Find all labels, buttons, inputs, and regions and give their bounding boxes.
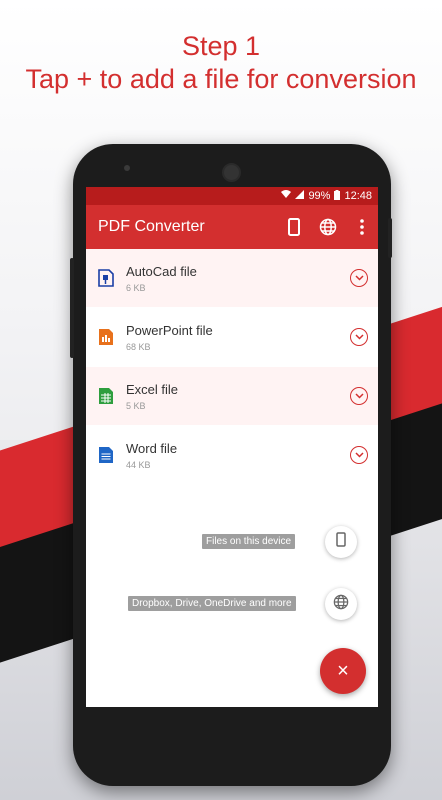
globe-icon[interactable] bbox=[314, 213, 342, 241]
chevron-down-icon[interactable] bbox=[350, 446, 368, 464]
phone-icon bbox=[336, 532, 346, 552]
excel-file-icon bbox=[98, 387, 114, 405]
chevron-down-icon[interactable] bbox=[350, 269, 368, 287]
phone-speaker bbox=[222, 163, 241, 182]
phone-screen: 99% 12:48 PDF Converter AutoCad file 6 K… bbox=[86, 187, 378, 707]
cloud-files-label[interactable]: Dropbox, Drive, OneDrive and more bbox=[128, 596, 296, 611]
device-files-button[interactable] bbox=[325, 526, 357, 558]
phone-camera bbox=[124, 165, 130, 171]
list-item[interactable]: Excel file 5 KB bbox=[86, 367, 378, 426]
file-size: 6 KB bbox=[126, 282, 146, 293]
more-vert-icon[interactable] bbox=[348, 213, 376, 241]
device-files-label[interactable]: Files on this device bbox=[202, 534, 296, 549]
file-size: 68 KB bbox=[126, 341, 151, 352]
file-name: Excel file bbox=[126, 381, 179, 397]
autocad-file-icon bbox=[98, 269, 114, 287]
clock: 12:48 bbox=[344, 190, 372, 202]
headline-instruction: Tap + to add a file for conversion bbox=[25, 64, 417, 94]
battery-icon bbox=[334, 189, 341, 203]
phone-side-button bbox=[70, 258, 74, 358]
file-size: 5 KB bbox=[126, 400, 146, 411]
close-icon: × bbox=[337, 659, 349, 682]
chevron-down-icon[interactable] bbox=[350, 387, 368, 405]
app-bar: PDF Converter bbox=[86, 205, 378, 249]
file-size: 44 KB bbox=[126, 459, 151, 470]
list-item[interactable]: AutoCad file 6 KB bbox=[86, 249, 378, 308]
file-name: Word file bbox=[126, 440, 178, 456]
list-item[interactable]: PowerPoint file 68 KB bbox=[86, 308, 378, 367]
promo-headline: Step 1 Tap + to add a file for conversio… bbox=[0, 30, 442, 96]
file-name: AutoCad file bbox=[126, 263, 197, 279]
file-list: AutoCad file 6 KB PowerPoint file 68 KB bbox=[86, 249, 378, 485]
battery-percent: 99% bbox=[308, 190, 331, 202]
close-fab-button[interactable]: × bbox=[320, 648, 366, 694]
chevron-down-icon[interactable] bbox=[350, 328, 368, 346]
wifi-icon bbox=[281, 190, 292, 202]
word-file-icon bbox=[98, 446, 114, 464]
signal-icon bbox=[295, 190, 305, 202]
cloud-files-button[interactable] bbox=[325, 588, 357, 620]
phone-icon[interactable] bbox=[280, 213, 308, 241]
status-bar: 99% 12:48 bbox=[86, 187, 378, 205]
phone-side-button bbox=[388, 218, 392, 258]
powerpoint-file-icon bbox=[98, 328, 114, 346]
file-name: PowerPoint file bbox=[126, 322, 213, 338]
headline-step: Step 1 bbox=[181, 31, 261, 61]
list-item[interactable]: Word file 44 KB bbox=[86, 426, 378, 485]
globe-icon bbox=[333, 594, 349, 615]
app-title: PDF Converter bbox=[98, 218, 205, 235]
